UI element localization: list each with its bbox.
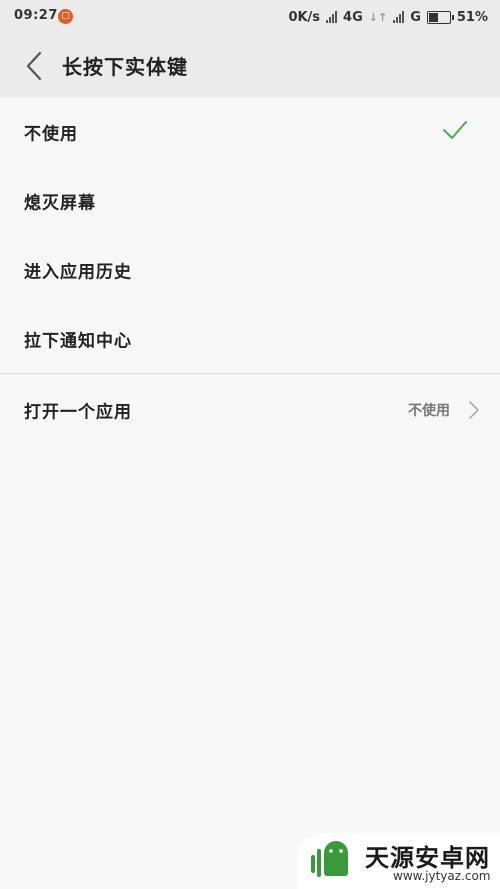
option-label: 进入应用历史	[24, 262, 132, 282]
option-label: 不使用	[24, 124, 78, 144]
open-app-row[interactable]: 打开一个应用 不使用	[0, 374, 500, 446]
chevron-right-icon	[469, 401, 479, 419]
watermark-title: 天源安卓网	[365, 844, 490, 872]
status-bar: 09:27 □ 0K/s 4G ↓↑ G 51%	[0, 0, 500, 34]
status-right: 0K/s 4G ↓↑ G 51%	[288, 8, 488, 26]
watermark-url: www.jytyaz.com	[393, 869, 491, 883]
open-app-value: 不使用	[408, 403, 450, 419]
option-label: 熄灭屏幕	[24, 193, 96, 213]
option-notification-center[interactable]: 拉下通知中心	[0, 304, 500, 373]
watermark: 天源安卓网 www.jytyaz.com	[297, 833, 500, 889]
data-arrows-icon: ↓↑	[368, 10, 388, 24]
check-icon	[443, 121, 467, 139]
net-speed: 0K/s	[288, 9, 321, 25]
notification-icon: □	[58, 9, 73, 24]
battery-percent: 51%	[456, 9, 488, 25]
option-list: 不使用 熄灭屏幕 进入应用历史 拉下通知中心 打开一个应用 不使用	[0, 97, 500, 446]
signal-icon-2	[393, 11, 405, 23]
chevron-left-icon[interactable]	[20, 49, 50, 83]
open-app-label: 打开一个应用	[24, 402, 132, 423]
toolbar: 长按下实体键	[0, 34, 500, 97]
network-4g-label: 4G	[343, 9, 363, 25]
option-label: 拉下通知中心	[24, 331, 132, 351]
option-screen-off[interactable]: 熄灭屏幕	[0, 166, 500, 235]
status-time: 09:27	[14, 8, 58, 23]
network-g-label: G	[410, 9, 421, 25]
android-logo-icon	[306, 838, 354, 886]
battery-icon	[426, 10, 454, 24]
option-app-history[interactable]: 进入应用历史	[0, 235, 500, 304]
signal-icon	[326, 11, 338, 23]
page-title: 长按下实体键	[62, 55, 188, 79]
option-none[interactable]: 不使用	[0, 97, 500, 166]
